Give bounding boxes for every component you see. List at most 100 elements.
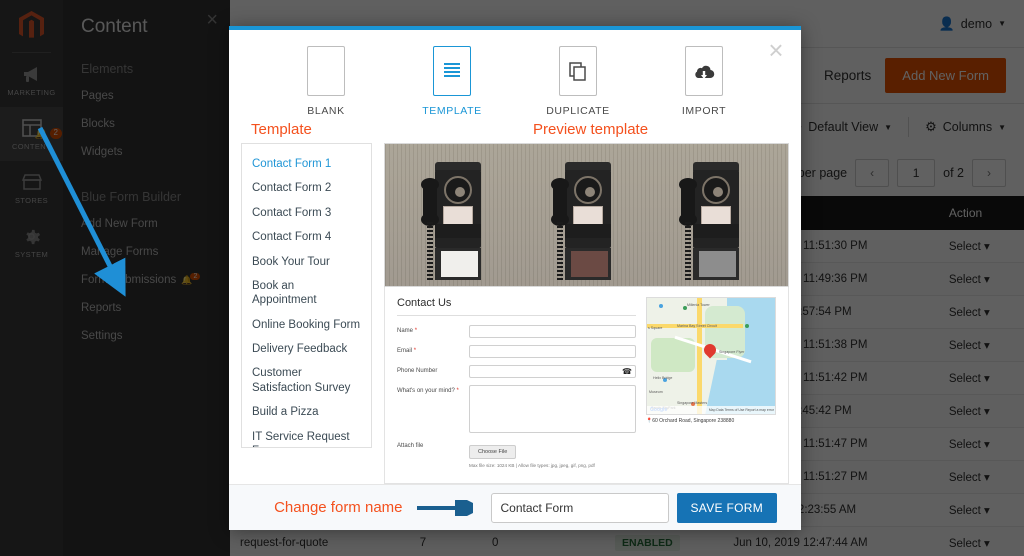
map-attribution: Map Data Terms of Use Report a map error <box>647 406 775 414</box>
message-textarea[interactable] <box>469 385 636 433</box>
sidebar-item-content[interactable]: CONTENT 🔔 2 <box>0 107 63 161</box>
field-row-message: What's on your mind? * <box>397 385 636 433</box>
template-list-item[interactable]: Book Your Tour <box>242 250 371 274</box>
template-list-item[interactable]: Contact Form 4 <box>242 225 371 249</box>
chevron-down-icon: ▼ <box>884 122 893 132</box>
sidebar-item-reports[interactable]: Reports <box>63 294 230 322</box>
sidebar-item-add-new-form[interactable]: Add New Form <box>63 210 230 238</box>
reports-button[interactable]: Reports <box>824 68 871 83</box>
template-list-item[interactable]: Customer Satisfaction Survey <box>242 361 371 400</box>
map-label: Marina Bay Street Circuit <box>677 324 717 328</box>
prev-page-button[interactable]: ‹ <box>855 159 890 187</box>
select-action-link[interactable]: Select ▾ <box>938 394 1024 428</box>
required-marker: * <box>414 328 418 334</box>
sidebar-item-settings[interactable]: Settings <box>63 322 230 350</box>
admin-left-rail: MARKETING CONTENT 🔔 2 STORES SYSTEM <box>0 0 63 556</box>
add-new-form-button[interactable]: Add New Form <box>885 58 1006 93</box>
field-label: Name * <box>397 325 469 334</box>
select-action-link[interactable]: Select ▾ <box>938 295 1024 329</box>
email-input[interactable] <box>469 345 636 358</box>
map-label: s Square <box>648 326 663 330</box>
sidebar-item-label: MARKETING <box>7 88 56 97</box>
sidebar-item-form-submissions[interactable]: Form Submissions 🔔 2 <box>63 266 230 294</box>
field-label-text: Phone Number <box>397 368 438 374</box>
template-lines-icon <box>433 46 471 96</box>
mode-option-duplicate[interactable]: DUPLICATE <box>535 46 621 117</box>
columns-selector[interactable]: ⚙ Columns ▼ <box>925 119 1006 135</box>
blank-page-icon <box>307 46 345 96</box>
default-view-selector[interactable]: 👁 Default View ▼ <box>786 119 892 135</box>
template-list-item[interactable]: Delivery Feedback <box>242 337 371 361</box>
table-row: request-for-quote 7 0 ENABLED Jun 10, 2019 1… <box>230 526 1024 556</box>
map-label: Millenia Tower <box>687 303 710 307</box>
field-label-text: Attach file <box>397 443 424 449</box>
mode-option-blank[interactable]: BLANK <box>283 46 369 117</box>
map-marker-pin <box>704 344 716 360</box>
template-list-item[interactable]: Contact Form 1 <box>242 152 371 176</box>
sidebar-item-system[interactable]: SYSTEM <box>0 215 63 269</box>
select-action-link[interactable]: Select ▾ <box>938 493 1024 527</box>
phone-input[interactable]: ☎ <box>469 365 636 378</box>
name-input[interactable] <box>469 325 636 338</box>
sidebar-item-label: Widgets <box>81 146 123 158</box>
sidebar-item-label: SYSTEM <box>14 250 49 259</box>
field-label: Email * <box>397 345 469 354</box>
close-icon[interactable]: × <box>763 37 789 64</box>
sidebar-item-blocks[interactable]: Blocks <box>63 110 230 138</box>
bell-icon: 🔔 <box>34 128 49 140</box>
user-menu[interactable]: 👤 demo ▼ <box>939 16 1006 32</box>
submenu-title: Content <box>81 16 148 37</box>
form-name-input[interactable] <box>490 492 669 523</box>
select-action-link[interactable]: Select ▾ <box>938 427 1024 461</box>
template-list-item[interactable]: Online Booking Form <box>242 313 371 337</box>
sidebar-item-marketing[interactable]: MARKETING <box>0 53 63 107</box>
field-label: Phone Number <box>397 365 469 374</box>
map-poi-dot <box>745 324 749 328</box>
field-row-email: Email * <box>397 345 636 358</box>
badge-count: 2 <box>49 128 62 139</box>
payphone-2 <box>551 162 611 282</box>
content-notification-badge[interactable]: 🔔 2 <box>35 127 62 140</box>
col-action: Action <box>938 196 1024 230</box>
sidebar-item-widgets[interactable]: Widgets <box>63 138 230 166</box>
template-list[interactable]: Contact Form 1 Contact Form 2 Contact Form… <box>241 143 372 448</box>
template-list-item[interactable]: IT Service Request Form <box>242 425 371 448</box>
close-icon[interactable]: × <box>206 10 218 30</box>
select-action-link[interactable]: Select ▾ <box>938 230 1024 263</box>
annotation-preview-label: Preview template <box>533 121 649 138</box>
sidebar-item-label: Pages <box>81 90 114 102</box>
business-address: 📍60 Orchard Road, Singapore 238880 <box>646 418 776 424</box>
template-list-item[interactable]: Build a Pizza <box>242 400 371 424</box>
choose-file-button[interactable]: Choose File <box>469 445 517 459</box>
preview-form-title: Contact Us <box>397 297 452 309</box>
magento-logo[interactable] <box>0 0 63 52</box>
mode-option-template[interactable]: TEMPLATE <box>409 46 495 117</box>
mode-label: DUPLICATE <box>546 105 610 117</box>
template-list-item[interactable]: Contact Form 2 <box>242 176 371 200</box>
file-upload-hint: Max file size: 1024 KB | Allow file type… <box>469 463 595 468</box>
page-header-actions: Reports Add New Form <box>824 58 1006 93</box>
sidebar-item-manage-forms[interactable]: Manage Forms <box>63 238 230 266</box>
template-list-item[interactable]: Book an Appointment <box>242 274 371 313</box>
template-list-item[interactable]: Contact Form 3 <box>242 201 371 225</box>
select-action-link[interactable]: Select ▾ <box>938 460 1024 494</box>
field-row-name: Name * <box>397 325 636 338</box>
mode-label: TEMPLATE <box>422 105 482 117</box>
select-action-link[interactable]: Select ▾ <box>938 262 1024 296</box>
select-action-link[interactable]: Select ▾ <box>938 328 1024 362</box>
required-marker: * <box>456 388 459 394</box>
field-label-text: What's on your mind? <box>397 388 455 394</box>
sidebar-item-pages[interactable]: Pages <box>63 82 230 110</box>
annotation-change-form-name: Change form name <box>274 499 403 516</box>
google-map-marina-bay[interactable]: Millenia Tower Marina Bay Street Circuit… <box>646 297 776 415</box>
cell-submissions: 0 <box>482 526 605 556</box>
status-badge: ENABLED <box>614 535 680 551</box>
page-number-input[interactable]: 1 <box>897 159 936 187</box>
save-form-button[interactable]: SAVE FORM <box>676 492 777 523</box>
next-page-button[interactable]: › <box>972 159 1006 187</box>
preview-form-fields: Contact Us Name * Email * Phone Number ☎… <box>397 297 636 475</box>
mode-option-import[interactable]: IMPORT <box>661 46 747 117</box>
select-action-link[interactable]: Select ▾ <box>938 361 1024 395</box>
sidebar-item-stores[interactable]: STORES <box>0 161 63 215</box>
select-action-link[interactable]: Select ▾ <box>938 526 1024 556</box>
